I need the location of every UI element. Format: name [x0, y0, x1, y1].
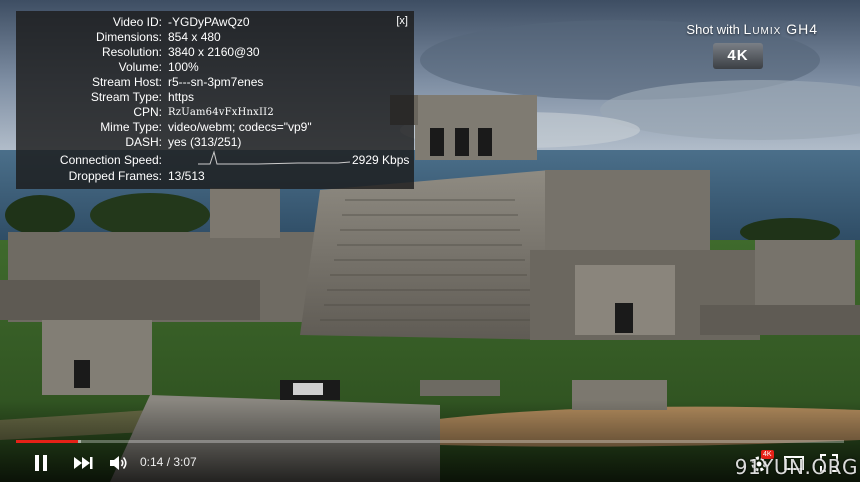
pause-button[interactable]	[30, 452, 52, 474]
time-separator: /	[163, 455, 174, 469]
video-player[interactable]: Shot with Lumix GH4 4K [x] Video ID: -YG…	[0, 0, 860, 482]
progress-bar[interactable]	[16, 440, 844, 443]
stats-row-stream-host: Stream Host: r5---sn-3pm7enes	[91, 75, 264, 89]
stats-row-dimensions: Dimensions: 854 x 480	[95, 30, 221, 44]
time-display: 0:14 / 3:07	[140, 455, 197, 469]
shot-with-text: Shot with	[686, 22, 740, 37]
volume-icon	[110, 456, 127, 470]
volume-button[interactable]	[107, 452, 129, 474]
stats-row-video-id: Video ID: -YGDyPAwQz0	[112, 15, 250, 29]
camera-model-text: Lumix GH4	[743, 21, 818, 37]
connection-speed-graph	[198, 150, 350, 165]
site-watermark: 91YUN.ORG	[734, 455, 858, 479]
stats-row-volume: Volume: 100%	[118, 60, 199, 74]
stats-row-mime-type: Mime Type: video/webm; codecs="vp9"	[100, 120, 312, 134]
stats-for-nerds-panel: [x] Video ID: -YGDyPAwQz0 Dimensions: 85…	[16, 11, 414, 189]
stats-row-dropped-frames: Dropped Frames: 13/513	[68, 169, 205, 183]
4k-badge: 4K	[713, 43, 763, 69]
stats-row-cpn: CPN: RzUam64vFxHnxII2	[133, 105, 274, 119]
camera-branding: Shot with Lumix GH4	[686, 21, 818, 37]
progress-played	[16, 440, 79, 443]
duration: 3:07	[173, 455, 197, 469]
connection-speed-value: 2929 Kbps	[352, 153, 410, 167]
current-time: 0:14	[140, 455, 164, 469]
stats-row-resolution: Resolution: 3840 x 2160@30	[101, 45, 260, 59]
stats-row-stream-type: Stream Type: https	[90, 90, 195, 104]
stats-row-dash: DASH: yes (313/251)	[125, 135, 242, 149]
next-icon	[74, 457, 93, 469]
next-button[interactable]	[71, 452, 95, 474]
pause-icon	[35, 455, 47, 471]
